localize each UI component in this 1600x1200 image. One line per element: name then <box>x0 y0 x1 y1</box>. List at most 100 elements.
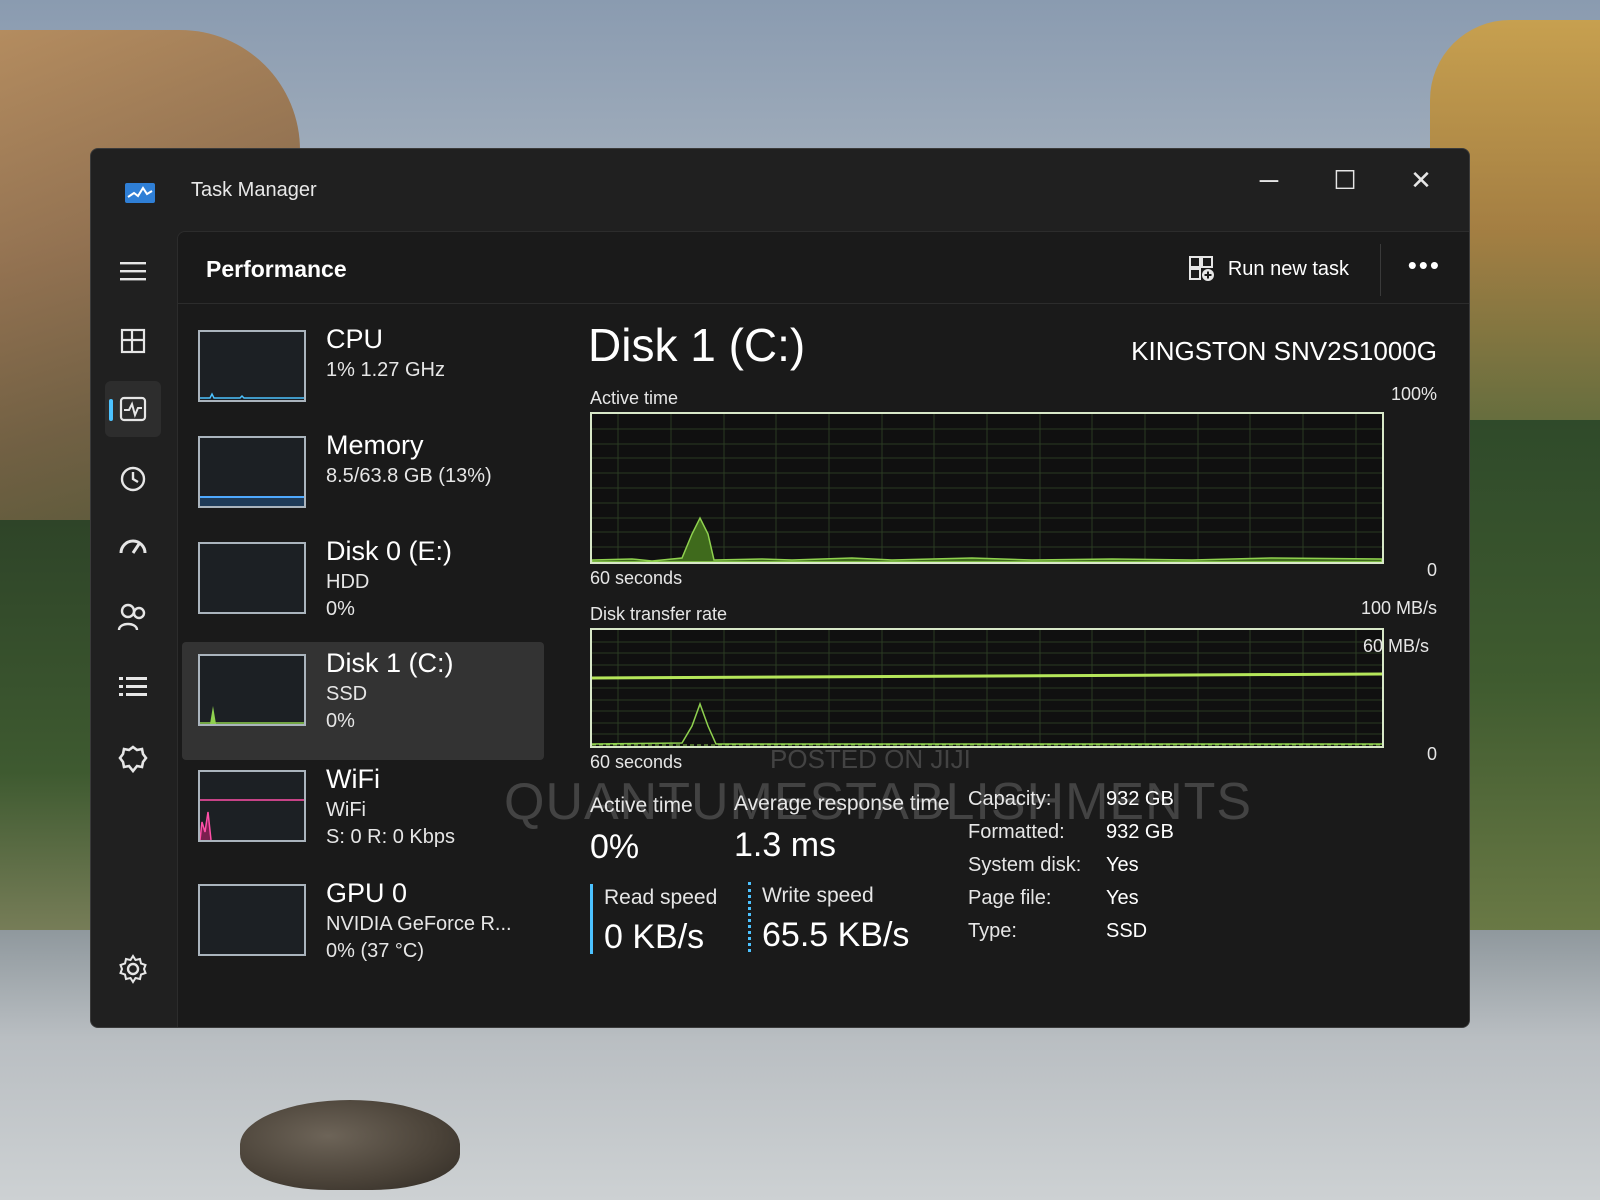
transfer-rate-graph-duration: 60 seconds <box>590 752 683 772</box>
transfer-rate-graph-label: Disk transfer rate <box>590 604 728 624</box>
device-subtitle: 8.5/63.8 GB (13%) <box>326 465 492 487</box>
transfer-rate-graph <box>590 628 1384 748</box>
device-item-gpu-0[interactable]: GPU 0 NVIDIA GeForce R... 0% (37 °C) <box>182 872 544 990</box>
settings-icon <box>119 954 147 984</box>
active-time-graph-duration: 60 seconds <box>590 568 683 588</box>
type-label: Type: <box>968 920 1017 942</box>
device-name: GPU 0 <box>326 878 408 908</box>
title-bar[interactable]: Task Manager ─ ☐ ✕ <box>91 149 1469 229</box>
type-value: SSD <box>1106 920 1148 942</box>
hamburger-menu-button[interactable] <box>105 243 161 299</box>
device-item-disk-0[interactable]: Disk 0 (E:) HDD 0% <box>182 530 544 648</box>
device-name: Disk 1 (C:) <box>326 648 454 678</box>
disk-detail-panel: Disk 1 (C:) KINGSTON SNV2S1000G Active t… <box>588 318 1443 1027</box>
read-speed-indicator <box>590 884 593 954</box>
device-thumbnail <box>198 770 306 842</box>
disk-model: KINGSTON SNV2S1000G <box>1131 336 1437 366</box>
run-new-task-button[interactable]: Run new task <box>1188 252 1349 286</box>
device-adapter: WiFi <box>326 799 366 821</box>
active-time-stat-value: 0% <box>590 828 640 866</box>
write-speed-indicator <box>748 882 751 952</box>
capacity-label: Capacity: <box>968 788 1052 810</box>
nav-performance[interactable] <box>105 381 161 437</box>
device-name: Disk 0 (E:) <box>326 536 453 566</box>
header-divider <box>1380 244 1381 296</box>
page-title: Performance <box>206 256 347 282</box>
device-usage: 0% (37 °C) <box>326 940 425 962</box>
device-item-memory[interactable]: Memory 8.5/63.8 GB (13%) <box>182 424 544 542</box>
page-file-value: Yes <box>1106 887 1139 909</box>
performance-icon <box>119 396 147 422</box>
services-icon <box>118 745 148 774</box>
device-thumbnail <box>198 884 306 956</box>
write-speed-value: 65.5 KB/s <box>762 916 910 954</box>
close-button[interactable]: ✕ <box>1391 161 1451 199</box>
device-item-cpu[interactable]: CPU 1% 1.27 GHz <box>182 318 544 436</box>
device-type: HDD <box>326 571 370 593</box>
active-time-stat-label: Active time <box>590 794 693 817</box>
nav-details[interactable] <box>105 659 161 715</box>
active-time-graph-min: 0 <box>1426 560 1437 580</box>
more-options-button[interactable]: ••• <box>1408 250 1441 281</box>
transfer-rate-line-label: 60 MB/s <box>1362 636 1429 656</box>
page-header: Performance Run new task ••• <box>178 232 1469 304</box>
device-type: SSD <box>326 683 368 705</box>
maximize-button[interactable]: ☐ <box>1315 161 1375 199</box>
minimize-button[interactable]: ─ <box>1239 161 1299 199</box>
device-name: Memory <box>326 430 424 460</box>
active-time-graph-label: Active time <box>590 388 679 408</box>
processes-icon <box>120 328 146 354</box>
write-speed-label: Write speed <box>762 884 874 907</box>
active-time-graph <box>590 412 1384 564</box>
device-thumbnail <box>198 436 306 508</box>
disk-properties: Capacity: 932 GB Formatted: 932 GB Syste… <box>968 788 1268 958</box>
read-speed-label: Read speed <box>604 886 718 909</box>
device-subtitle: 1% 1.27 GHz <box>326 359 445 381</box>
startup-apps-icon <box>119 539 147 554</box>
device-thumbnail <box>198 654 306 726</box>
formatted-label: Formatted: <box>968 821 1065 843</box>
task-manager-icon <box>125 183 155 203</box>
hamburger-icon <box>120 262 146 281</box>
content-area: Performance Run new task ••• CPU 1% 1.27… <box>177 231 1469 1027</box>
device-list: CPU 1% 1.27 GHz Memory 8.5/63.8 GB (13%) <box>178 318 544 1027</box>
run-new-task-icon <box>1188 256 1214 281</box>
nav-services[interactable] <box>105 731 161 787</box>
navigation-rail <box>91 229 173 1027</box>
device-thumbnail <box>198 330 306 402</box>
nav-startup-apps[interactable] <box>105 519 161 575</box>
device-thumbnail <box>198 542 306 614</box>
device-item-wifi[interactable]: WiFi WiFi S: 0 R: 0 Kbps <box>182 758 544 876</box>
nav-settings[interactable] <box>105 941 161 997</box>
device-usage: 0% <box>326 710 355 732</box>
run-new-task-label: Run new task <box>1227 257 1349 280</box>
active-indicator <box>109 399 113 421</box>
device-usage: 0% <box>326 598 355 620</box>
read-speed-value: 0 KB/s <box>604 918 705 956</box>
nav-processes[interactable] <box>105 313 161 369</box>
task-manager-window: Task Manager ─ ☐ ✕ Performance Run new t… <box>90 148 1470 1028</box>
system-disk-label: System disk: <box>968 854 1082 876</box>
nav-app-history[interactable] <box>105 451 161 507</box>
disk-title: Disk 1 (C:) <box>588 319 806 371</box>
background-trees-left <box>0 520 100 940</box>
formatted-value: 932 GB <box>1106 821 1174 843</box>
app-history-icon <box>120 466 146 492</box>
details-icon <box>119 677 147 696</box>
device-throughput: S: 0 R: 0 Kbps <box>326 826 455 848</box>
transfer-rate-graph-max: 100 MB/s <box>1360 598 1437 618</box>
avg-response-stat-value: 1.3 ms <box>734 826 837 864</box>
background-rock <box>240 1100 460 1190</box>
system-disk-value: Yes <box>1106 854 1139 876</box>
device-name: WiFi <box>326 764 380 794</box>
nav-users[interactable] <box>105 589 161 645</box>
device-item-disk-1[interactable]: Disk 1 (C:) SSD 0% <box>182 642 544 760</box>
users-icon <box>117 603 146 631</box>
device-name: CPU <box>326 324 384 354</box>
transfer-rate-graph-min: 0 <box>1426 744 1437 764</box>
active-time-graph-max: 100% <box>1390 384 1437 404</box>
window-title: Task Manager <box>191 179 317 201</box>
page-file-label: Page file: <box>968 887 1052 909</box>
device-model: NVIDIA GeForce R... <box>326 913 512 935</box>
capacity-value: 932 GB <box>1106 788 1174 810</box>
